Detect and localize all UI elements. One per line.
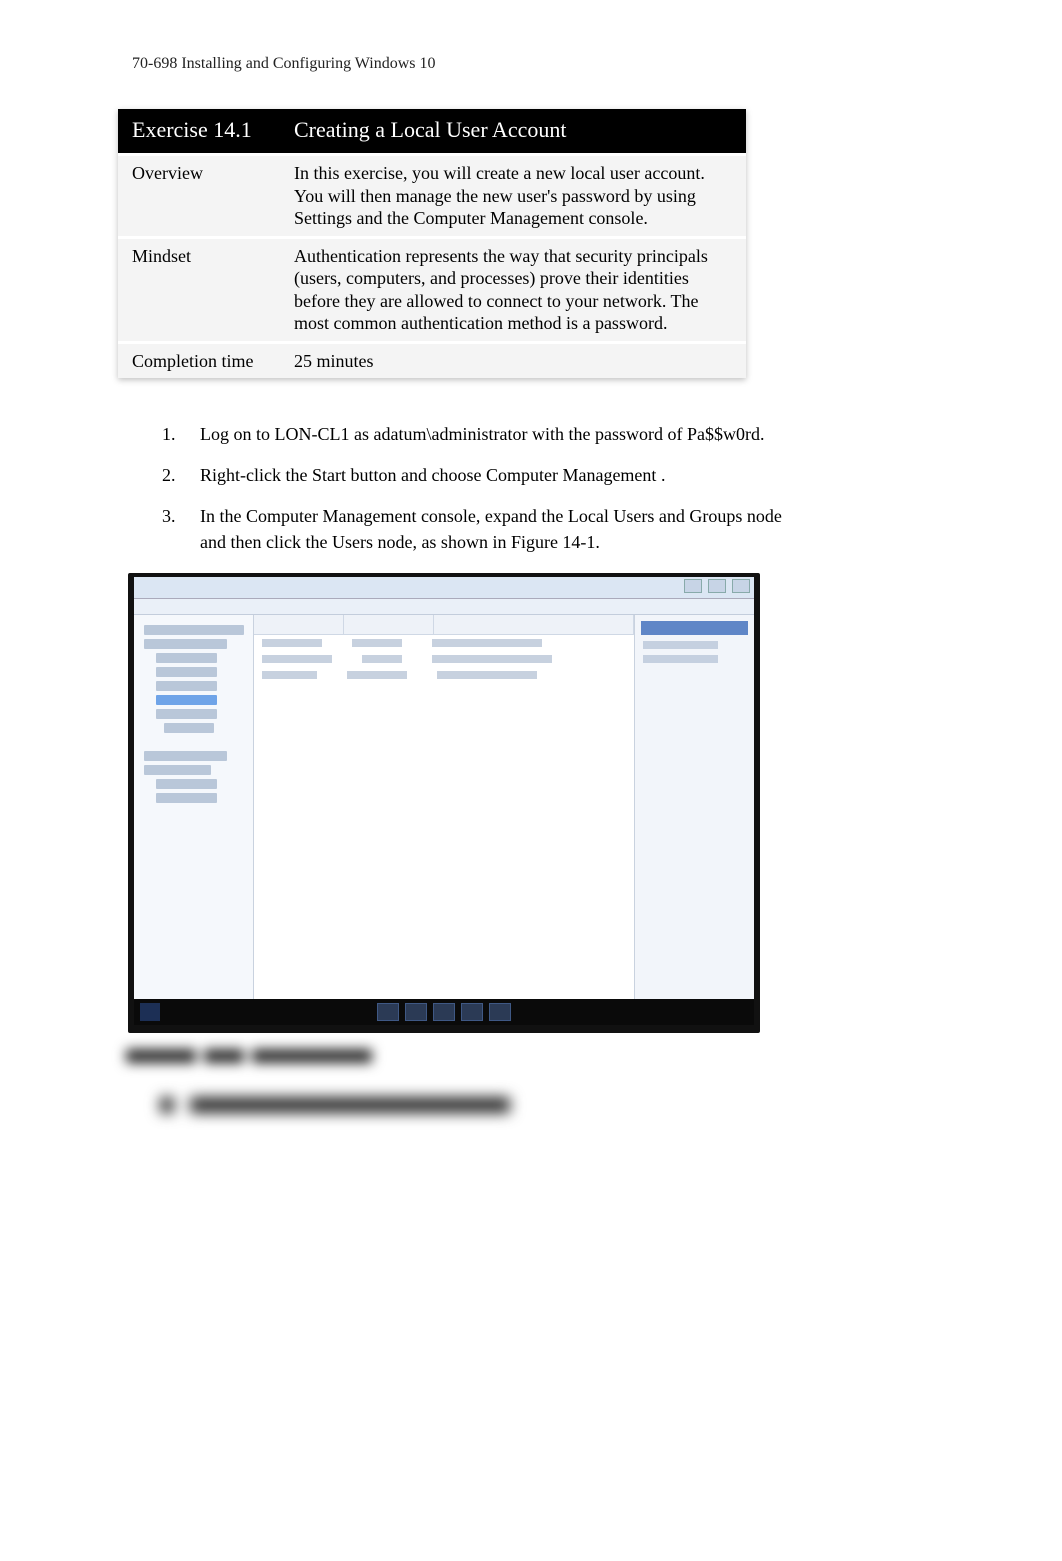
bold-password: Pa$$w0rd	[687, 424, 760, 444]
completion-text: 25 minutes	[280, 342, 746, 378]
step-list: 1. Log on to LON-CL1 as adatum\administr…	[162, 422, 802, 555]
col-description[interactable]	[434, 615, 634, 634]
step-text: Log on to LON-CL1 as adatum\administrato…	[200, 422, 802, 447]
maximize-icon[interactable]	[708, 579, 726, 593]
step-number: 1.	[162, 422, 200, 447]
mindset-row: Mindset Authentication represents the wa…	[118, 237, 746, 342]
bold-lon-cl1: LON-CL1	[275, 424, 350, 444]
window-body	[134, 615, 754, 1003]
exercise-table: Exercise 14.1 Creating a Local User Acco…	[118, 109, 746, 378]
overview-label: Overview	[118, 155, 280, 238]
overview-text: In this exercise, you will create a new …	[280, 155, 746, 238]
tree-item[interactable]	[156, 681, 217, 691]
mindset-text: Authentication represents the way that s…	[280, 237, 746, 342]
blurred-step	[160, 1097, 758, 1113]
tree-item-users-selected[interactable]	[156, 695, 217, 705]
t: .	[656, 465, 665, 485]
exercise-header-row: Exercise 14.1 Creating a Local User Acco…	[118, 109, 746, 155]
tree-item[interactable]	[156, 709, 217, 719]
window-controls	[684, 579, 750, 593]
t: with the password of	[527, 424, 686, 444]
tree-item[interactable]	[144, 765, 211, 775]
step-3: 3. In the Computer Management console, e…	[162, 504, 802, 554]
tree-item[interactable]	[156, 793, 217, 803]
minimize-icon[interactable]	[684, 579, 702, 593]
taskbar-item[interactable]	[433, 1003, 455, 1021]
taskbar-item[interactable]	[377, 1003, 399, 1021]
completion-label: Completion time	[118, 342, 280, 378]
blurred-preview-area	[126, 1041, 758, 1113]
step-text: Right-click the Start button and choose …	[200, 463, 802, 488]
mindset-label: Mindset	[118, 237, 280, 342]
tree-item[interactable]	[144, 625, 244, 635]
list-pane[interactable]	[254, 615, 634, 1003]
computer-management-screenshot	[128, 573, 760, 1033]
t: Log on to	[200, 424, 275, 444]
taskbar-item[interactable]	[405, 1003, 427, 1021]
list-item[interactable]	[254, 667, 634, 683]
start-button-icon[interactable]	[140, 1003, 160, 1021]
tree-item[interactable]	[156, 779, 217, 789]
t: In the Computer Management console, expa…	[200, 506, 568, 526]
window-titlebar	[134, 577, 754, 599]
step-2: 2. Right-click the Start button and choo…	[162, 463, 802, 488]
exercise-title: Creating a Local User Account	[280, 109, 746, 155]
tree-pane[interactable]	[134, 615, 254, 1003]
step-text: In the Computer Management console, expa…	[200, 504, 802, 554]
t: Right-click the	[200, 465, 312, 485]
bold-computer-management: Computer Management	[486, 465, 656, 485]
bold-local-users-groups: Local Users and Groups	[568, 506, 742, 526]
action-item[interactable]	[643, 655, 718, 663]
list-item[interactable]	[254, 651, 634, 667]
list-header[interactable]	[254, 615, 634, 635]
running-header: 70-698 Installing and Configuring Window…	[132, 55, 942, 73]
col-name[interactable]	[254, 615, 344, 634]
tree-item[interactable]	[156, 667, 217, 677]
step-number: 2.	[162, 463, 200, 488]
bold-users-node: Users	[332, 532, 373, 552]
step-number: 3.	[162, 504, 200, 554]
step-1: 1. Log on to LON-CL1 as adatum\administr…	[162, 422, 802, 447]
actions-header	[641, 621, 748, 635]
t: .	[760, 424, 765, 444]
menubar[interactable]	[134, 599, 754, 615]
bold-user: adatum\administrator	[374, 424, 528, 444]
taskbar-item[interactable]	[489, 1003, 511, 1021]
figure-14-1	[128, 573, 760, 1113]
tree-item[interactable]	[156, 653, 217, 663]
t: button and choose	[346, 465, 486, 485]
exercise-number: Exercise 14.1	[118, 109, 280, 155]
col-fullname[interactable]	[344, 615, 434, 634]
action-item[interactable]	[643, 641, 718, 649]
tree-item[interactable]	[144, 751, 227, 761]
blurred-figure-caption	[126, 1041, 758, 1067]
t: node, as shown in Figure 14-1.	[373, 532, 600, 552]
taskbar[interactable]	[134, 999, 754, 1025]
tree-item[interactable]	[144, 639, 227, 649]
document-page: 70-698 Installing and Configuring Window…	[0, 0, 1062, 1153]
tree-item[interactable]	[164, 723, 214, 733]
close-icon[interactable]	[732, 579, 750, 593]
t: as	[350, 424, 374, 444]
completion-row: Completion time 25 minutes	[118, 342, 746, 378]
list-item[interactable]	[254, 635, 634, 651]
actions-pane[interactable]	[634, 615, 754, 1003]
overview-row: Overview In this exercise, you will crea…	[118, 155, 746, 238]
taskbar-item[interactable]	[461, 1003, 483, 1021]
bold-start: Start	[312, 465, 346, 485]
